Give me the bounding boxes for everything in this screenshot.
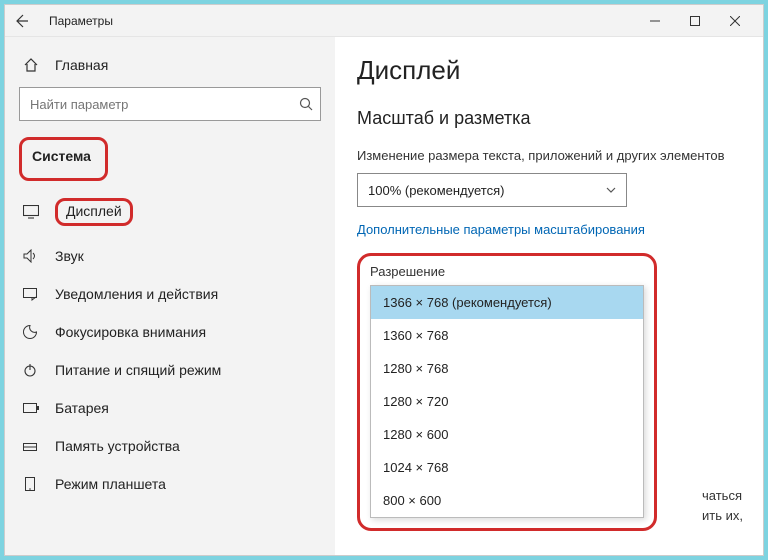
advanced-scaling-link[interactable]: Дополнительные параметры масштабирования: [357, 222, 645, 237]
titlebar: Параметры: [5, 5, 763, 37]
home-label: Главная: [55, 57, 108, 73]
section-highlight: Система: [19, 137, 108, 181]
page-heading: Дисплей: [357, 55, 741, 86]
nav-item-label: Звук: [55, 248, 84, 264]
home-nav[interactable]: Главная: [19, 51, 321, 87]
section-title: Система: [30, 142, 97, 170]
resolution-highlight-box: Разрешение 1366 × 768 (рекомендуется) 13…: [357, 253, 657, 531]
display-icon: [23, 205, 41, 219]
nav-storage[interactable]: Память устройства: [19, 427, 321, 465]
tablet-icon: [23, 477, 41, 491]
close-button[interactable]: [715, 5, 755, 36]
resolution-option[interactable]: 1280 × 768: [371, 352, 643, 385]
resolution-option[interactable]: 1280 × 720: [371, 385, 643, 418]
window-title: Параметры: [49, 14, 113, 28]
scale-dropdown[interactable]: 100% (рекомендуется): [357, 173, 627, 207]
resolution-option[interactable]: 1280 × 600: [371, 418, 643, 451]
search-box[interactable]: [19, 87, 321, 121]
close-icon: [730, 16, 740, 26]
settings-window: Параметры Главная: [4, 4, 764, 556]
resolution-label: Разрешение: [370, 264, 644, 279]
home-icon: [23, 57, 41, 73]
battery-icon: [23, 403, 41, 413]
nav-power[interactable]: Питание и спящий режим: [19, 351, 321, 389]
nav-display-highlight: Дисплей: [55, 198, 133, 226]
nav-item-label: Режим планшета: [55, 476, 166, 492]
storage-icon: [23, 439, 41, 453]
nav-item-label: Батарея: [55, 400, 109, 416]
minimize-button[interactable]: [635, 5, 675, 36]
content-area: Главная Система Дисплей: [5, 37, 763, 555]
sidebar: Главная Система Дисплей: [5, 37, 335, 555]
resolution-dropdown-open[interactable]: 1366 × 768 (рекомендуется) 1360 × 768 12…: [370, 285, 644, 518]
nav-item-label: Память устройства: [55, 438, 180, 454]
nav-item-label: Дисплей: [66, 203, 122, 219]
back-button[interactable]: [13, 13, 45, 29]
maximize-icon: [690, 16, 700, 26]
resolution-option[interactable]: 1360 × 768: [371, 319, 643, 352]
minimize-icon: [650, 16, 660, 26]
nav-sound[interactable]: Звук: [19, 237, 321, 275]
section-heading: Масштаб и разметка: [357, 108, 741, 129]
focus-icon: [23, 325, 41, 339]
resolution-option[interactable]: 800 × 600: [371, 484, 643, 517]
maximize-button[interactable]: [675, 5, 715, 36]
sound-icon: [23, 249, 41, 263]
nav-focus[interactable]: Фокусировка внимания: [19, 313, 321, 351]
search-icon: [299, 97, 313, 111]
obscured-text: чаться ить их,: [702, 486, 743, 525]
resolution-option[interactable]: 1366 × 768 (рекомендуется): [371, 286, 643, 319]
scale-description: Изменение размера текста, приложений и д…: [357, 147, 741, 165]
nav-battery[interactable]: Батарея: [19, 389, 321, 427]
main-panel: Дисплей Масштаб и разметка Изменение раз…: [335, 37, 763, 555]
notifications-icon: [23, 287, 41, 301]
back-arrow-icon: [13, 13, 29, 29]
nav-tablet[interactable]: Режим планшета: [19, 465, 321, 503]
nav-display[interactable]: Дисплей: [19, 187, 321, 237]
resolution-option[interactable]: 1024 × 768: [371, 451, 643, 484]
power-icon: [23, 363, 41, 377]
nav-notifications[interactable]: Уведомления и действия: [19, 275, 321, 313]
scale-value: 100% (рекомендуется): [368, 183, 504, 198]
search-input[interactable]: [19, 87, 321, 121]
nav-item-label: Фокусировка внимания: [55, 324, 206, 340]
nav-item-label: Уведомления и действия: [55, 286, 218, 302]
nav-item-label: Питание и спящий режим: [55, 362, 221, 378]
chevron-down-icon: [606, 187, 616, 193]
